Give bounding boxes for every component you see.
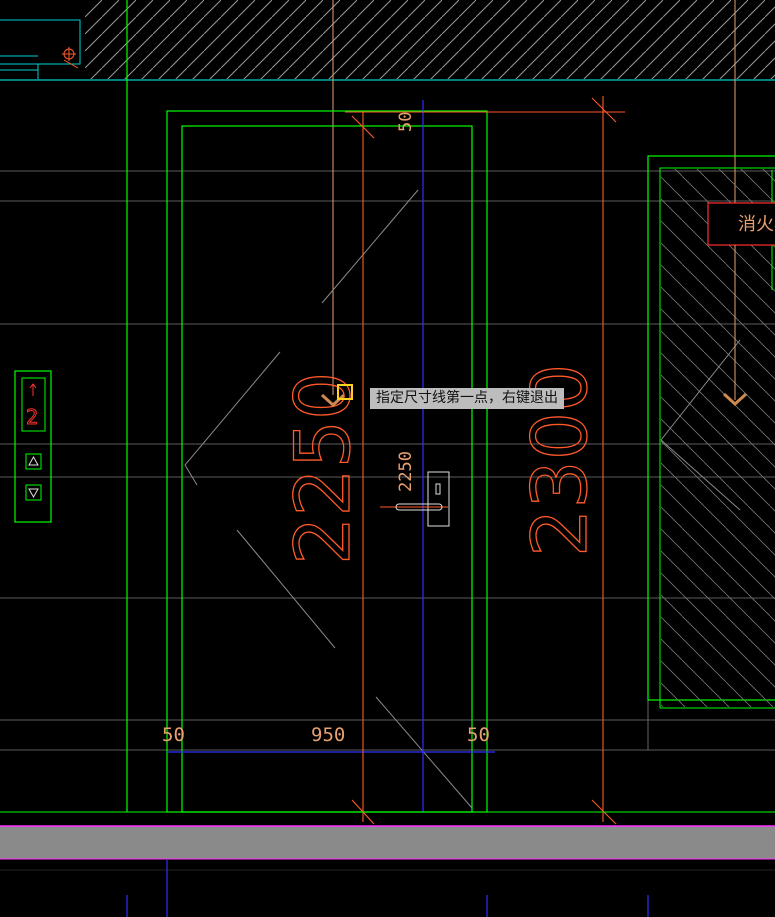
- fire-hydrant-label: 消火栓: [738, 214, 775, 235]
- command-prompt-tooltip: 指定尺寸线第一点，右键退出: [370, 388, 564, 409]
- floor-slab-band: [0, 811, 775, 871]
- hatched-ceiling-slab: [0, 0, 775, 81]
- dim-door-width: 950: [311, 724, 345, 746]
- cad-drawing-canvas[interactable]: 50 2250 50 950 50 2250 2300 2 消火栓: [0, 0, 775, 917]
- dim-left-frame: 50: [162, 724, 185, 746]
- dim-door-height: 2250: [278, 372, 367, 565]
- fire-symbol-icon: [62, 47, 79, 69]
- dim-handle-height: 2250: [396, 451, 416, 492]
- dim-right-frame: 50: [467, 724, 490, 746]
- dim-top-gap: 50: [396, 112, 416, 132]
- horizontal-guide-lines: [0, 170, 775, 751]
- fire-hydrant-cabinet: 消火栓: [647, 155, 775, 709]
- elevator-floor-indicator: 2: [26, 405, 38, 429]
- elevator-call-panel: 2: [14, 370, 52, 523]
